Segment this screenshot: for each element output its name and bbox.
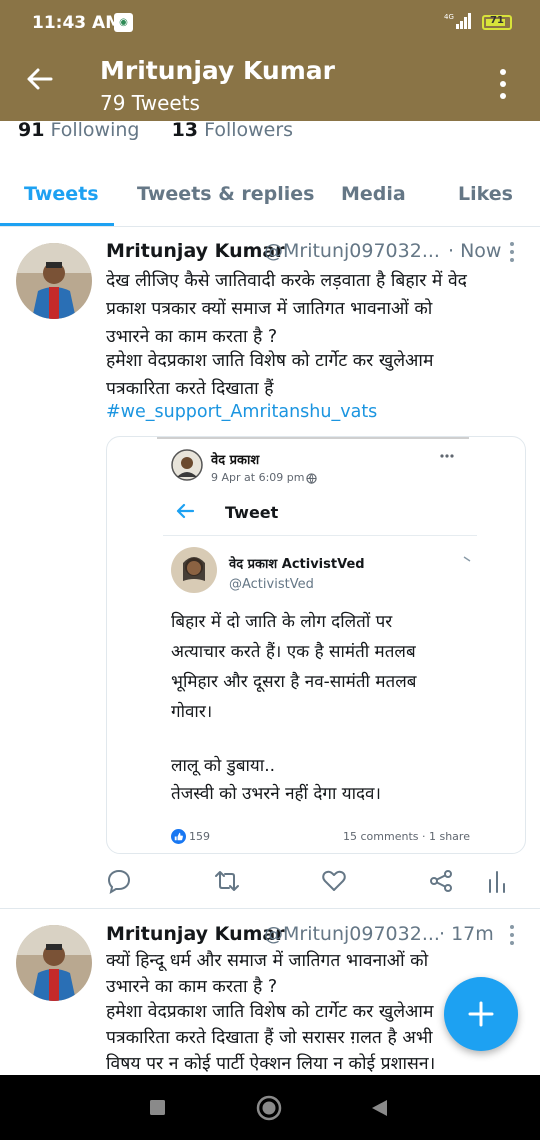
following-label: Following [50,119,140,141]
quoted-text-line: भूमिहार और दूसरा है नव-सामंती मतलब [171,672,417,692]
followers-label: Followers [204,119,294,141]
plus-icon [468,1001,494,1027]
tweet-text-line: पत्रकारिता करते दिखाता हैं जो सरासर ग़लत… [106,1028,433,1048]
following-link[interactable]: 91 Following [18,119,139,141]
tweet-menu-icon[interactable] [509,241,515,263]
tweet-time: · Now [448,240,502,262]
analytics-icon[interactable] [484,868,510,894]
post-time: 9 Apr at 6:09 pm · [211,471,312,484]
tweet-media-card[interactable]: वेद प्रकाश 9 Apr at 6:09 pm · Tweet वेद … [106,436,526,854]
tweet-text-line: हमेशा वेदप्रकाश जाति विशेष को टार्गेट कर… [106,1002,434,1022]
tweet-menu-icon[interactable] [509,924,515,946]
tweet-text-line: पत्रकारिता करते दिखाता हैं [106,379,274,399]
quoted-text-line: लालू को डुबाया.. [171,756,275,776]
system-nav-bar [0,1075,540,1140]
tweet-text-line: प्रकाश पत्रकार क्यों समाज में जातिगत भाव… [106,299,433,319]
quoted-author-handle: @ActivistVed [229,577,314,592]
profile-name: Mritunjay Kumar [100,56,335,85]
tab-likes[interactable]: Likes [458,183,513,205]
quoted-text-line: बिहार में दो जाति के लोग दलितों पर [171,612,393,632]
tweet-hashtag[interactable]: #we_support_Amritanshu_vats [106,402,377,422]
quoted-text-line: तेजस्वी को उभरने नहीं देगा यादव। [171,784,381,804]
tweet-text-line: विषय पर न कोई पार्टी ऐक्शन लिया न कोई प्… [106,1054,436,1074]
like-reaction-icon [171,829,186,844]
back-arrow-icon[interactable] [24,64,54,94]
like-icon[interactable] [321,868,347,894]
globe-icon [306,473,317,484]
following-count: 91 [18,119,45,141]
status-time: 11:43 AM [32,13,123,33]
followers-count: 13 [171,119,199,141]
inner-back-arrow-icon [176,503,195,519]
reaction-count: 159 [189,830,210,843]
comments-shares-count: 15 comments · 1 share [343,830,470,843]
battery-level: 71 [490,15,504,26]
post-more-icon [440,454,454,458]
compose-tweet-button[interactable] [444,977,518,1051]
tweet-text-line: उभारने का काम करता है ? [106,977,278,997]
status-bar: 11:43 AM ◉ 4G 71 [0,0,540,46]
more-options-icon[interactable] [496,67,510,101]
system-back-icon[interactable] [371,1099,388,1117]
quoted-chevron-icon [463,556,471,562]
tweet-text-line: देख लीजिए कैसे जातिवादी करके लड़वाता है … [106,271,467,291]
avatar[interactable] [16,243,92,319]
share-icon[interactable] [428,868,454,894]
tweet-author-handle[interactable]: @Mritunj097032... [264,240,440,262]
tab-tweets-replies[interactable]: Tweets & replies [137,183,314,205]
quoted-avatar [171,547,217,593]
avatar[interactable] [16,925,92,1001]
poster-name: वेद प्रकाश [211,453,260,468]
tweet-count: 79 Tweets [100,91,200,115]
network-type-label: 4G [444,13,454,21]
inner-header-title: Tweet [225,503,279,522]
followers-link[interactable]: 13 Followers [172,119,294,141]
home-icon[interactable] [256,1095,282,1121]
reply-icon[interactable] [106,868,132,894]
tab-media[interactable]: Media [341,183,406,205]
active-tab-indicator [0,223,114,226]
recents-icon[interactable] [149,1099,166,1116]
quoted-text-line: अत्याचार करते हैं। एक है सामंती मतलब [171,642,416,662]
profile-tabs: Tweets Tweets & replies Media Likes [0,166,540,227]
tweet-text-line: क्यों हिन्दू धर्म और समाज में जातिगत भाव… [106,951,429,971]
tweet-text-line: उभारने का काम करता है ? [106,327,278,347]
profile-header: 11:43 AM ◉ 4G 71 Mritunjay Kumar 79 Twee… [0,0,540,121]
signal-icon: 4G [444,13,471,29]
app-notification-icon: ◉ [114,13,133,32]
quoted-text-line: गोवार। [171,702,213,722]
tweet-text-line: हमेशा वेदप्रकाश जाति विशेष को टार्गेट कर… [106,351,434,371]
tweet-time: · 17m [439,923,494,945]
tweet-author-handle[interactable]: @Mritunj097032... [264,923,440,945]
poster-avatar [171,449,203,481]
tweet-author-name[interactable]: Mritunjay Kumar [106,240,285,262]
tab-tweets[interactable]: Tweets [24,183,99,205]
tweet-author-name[interactable]: Mritunjay Kumar [106,923,285,945]
retweet-icon[interactable] [214,868,240,894]
quoted-author-name: वेद प्रकाश ActivistVed [229,557,365,572]
battery-icon: 71 [482,15,512,30]
follow-stats: 91 Following 13 Followers [18,119,293,141]
